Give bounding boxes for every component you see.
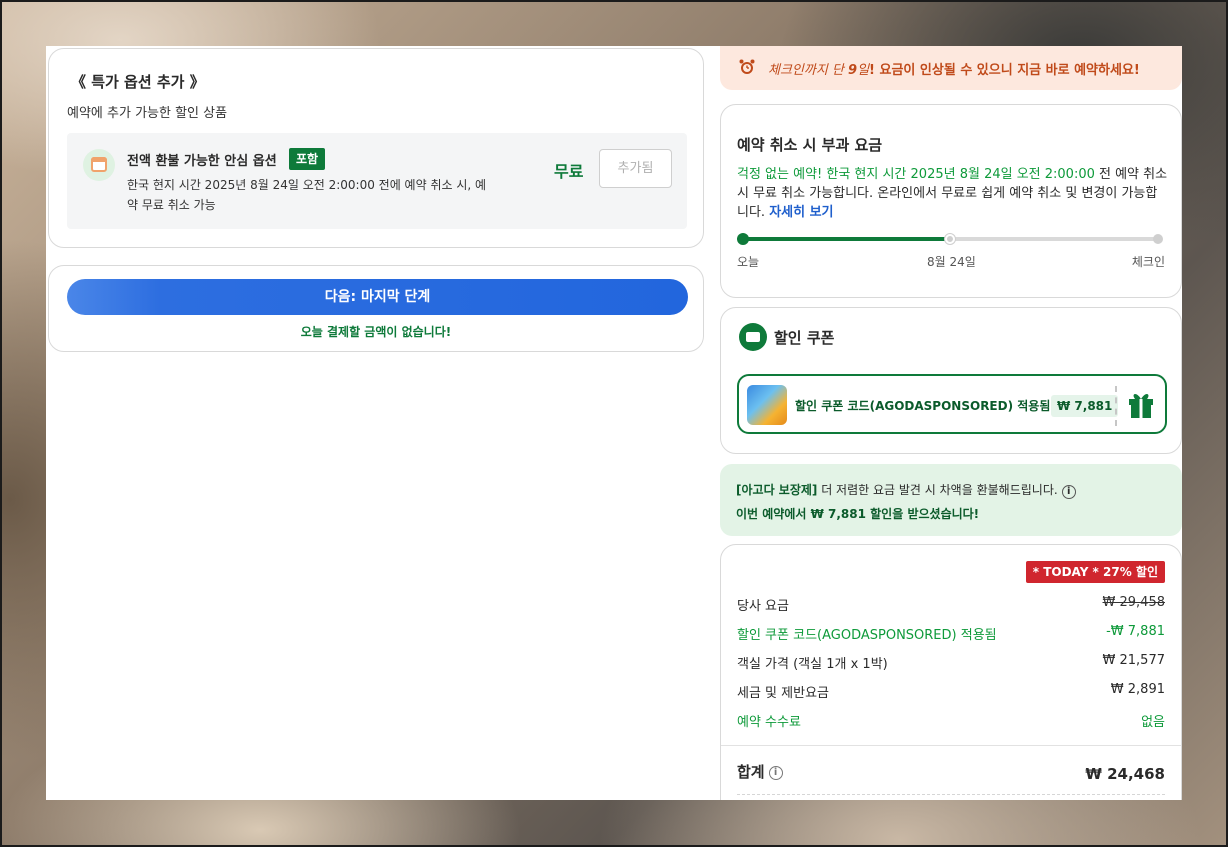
discount-badge: * TODAY * 27% 할인 bbox=[1025, 561, 1165, 583]
price-row-value: ₩ 21,577 bbox=[1102, 653, 1165, 668]
urgency-alert: 체크인까지 단 9일! 요금이 인상될 수 있으니 지금 바로 예약하세요! bbox=[720, 46, 1182, 90]
no-payment-note: 오늘 결제할 금액이 없습니다! bbox=[300, 325, 452, 339]
price-row-value: 없음 bbox=[1141, 715, 1165, 730]
timeline-label-deadline: 8월 24일 bbox=[927, 255, 976, 269]
refund-option-item: 전액 환불 가능한 안심 옵션 포함 한국 현지 시간 2025년 8월 24일… bbox=[67, 133, 687, 229]
urgency-days: 9 bbox=[848, 63, 858, 78]
price-row-label: 당사 요금 bbox=[737, 599, 789, 614]
total-label-text: 합계 bbox=[737, 763, 765, 781]
details-link[interactable]: 자세히 보기 bbox=[769, 205, 833, 220]
price-breakdown-card: * TODAY * 27% 할인 당사 요금 ₩ 29,458 할인 쿠폰 코드… bbox=[720, 544, 1182, 800]
alarm-clock-icon bbox=[739, 59, 755, 74]
total-value: ₩ 24,468 bbox=[1085, 765, 1165, 783]
price-row-label: 할인 쿠폰 코드(AGODASPONSORED) 적용됨 bbox=[737, 628, 997, 643]
option-price: 무료 bbox=[554, 162, 584, 181]
booking-page: 《 특가 옵션 추가 》 예약에 추가 가능한 할인 상품 전액 환불 가능한 … bbox=[46, 46, 1182, 800]
timeline-dot-today bbox=[737, 233, 749, 245]
calendar-icon bbox=[83, 149, 115, 181]
included-badge: 포함 bbox=[289, 148, 326, 170]
coupon-divider bbox=[1115, 386, 1117, 426]
coupon-title: 할인 쿠폰 bbox=[774, 329, 835, 347]
guarantee-savings: 이번 예약에서 ₩ 7,881 할인을 받으셨습니다! bbox=[736, 507, 980, 521]
timeline-dot-deadline bbox=[945, 234, 955, 244]
urgency-unit: 일 bbox=[857, 63, 870, 78]
price-row-value: ₩ 29,458 bbox=[1102, 595, 1165, 610]
next-step-button[interactable]: 다음: 마지막 단계 bbox=[67, 279, 688, 315]
price-divider bbox=[721, 745, 1181, 746]
timeline-label-checkin: 체크인 bbox=[1131, 255, 1165, 269]
option-name: 전액 환불 가능한 안심 옵션 bbox=[127, 154, 277, 169]
urgency-text: 체크인까지 단 9일! 요금이 인상될 수 있으니 지금 바로 예약하세요! bbox=[768, 59, 1140, 78]
total-dotted-line bbox=[737, 794, 1165, 795]
coupon-applied-text: 할인 쿠폰 코드(AGODASPONSORED) 적용됨 bbox=[795, 399, 1051, 413]
cancellation-green-text: 걱정 없는 예약! 한국 현지 시간 2025년 8월 24일 오전 2:00:… bbox=[737, 167, 1095, 182]
price-row-label: 예약 수수료 bbox=[737, 715, 801, 730]
cancellation-title: 예약 취소 시 부과 요금 bbox=[737, 136, 883, 154]
option-section-subtitle: 예약에 추가 가능한 할인 상품 bbox=[67, 106, 228, 121]
price-row-value: ₩ 2,891 bbox=[1110, 682, 1165, 697]
price-row-label: 객실 가격 (객실 1개 x 1박) bbox=[737, 657, 888, 672]
next-step-card: 다음: 마지막 단계 오늘 결제할 금액이 없습니다! bbox=[48, 265, 704, 352]
coupon-logo bbox=[747, 385, 787, 425]
coupon-card: 할인 쿠폰 할인 쿠폰 코드(AGODASPONSORED) 적용됨 ₩ 7,8… bbox=[720, 307, 1182, 454]
urgency-pre: 체크인까지 단 bbox=[768, 63, 849, 78]
option-section-title: 《 특가 옵션 추가 》 bbox=[71, 73, 205, 91]
price-row-label: 세금 및 제반요금 bbox=[737, 686, 829, 701]
timeline-label-today: 오늘 bbox=[737, 255, 760, 269]
gift-icon bbox=[1129, 394, 1153, 418]
info-icon[interactable]: i bbox=[1061, 485, 1076, 499]
ticket-icon bbox=[739, 323, 767, 351]
option-description: 한국 현지 시간 2025년 8월 24일 오전 2:00:00 전에 예약 취… bbox=[127, 178, 487, 212]
special-option-card: 《 특가 옵션 추가 》 예약에 추가 가능한 할인 상품 전액 환불 가능한 … bbox=[48, 48, 704, 248]
added-button[interactable]: 추가됨 bbox=[599, 149, 672, 188]
price-row-value: -₩ 7,881 bbox=[1106, 624, 1165, 639]
cancellation-policy-card: 예약 취소 시 부과 요금 걱정 없는 예약! 한국 현지 시간 2025년 8… bbox=[720, 104, 1182, 298]
total-label: 합계 i bbox=[737, 761, 783, 782]
timeline-progress bbox=[743, 237, 951, 241]
price-guarantee-banner: [아고다 보장제] 더 저렴한 요금 발견 시 차액을 환불해드립니다. i 이번… bbox=[720, 464, 1182, 536]
info-icon[interactable]: i bbox=[768, 766, 783, 780]
cancellation-timeline bbox=[737, 233, 1163, 245]
guarantee-body: 더 저렴한 요금 발견 시 차액을 환불해드립니다. bbox=[817, 483, 1058, 497]
urgency-post: ! 요금이 인상될 수 있으니 지금 바로 예약하세요! bbox=[869, 63, 1140, 78]
guarantee-text: [아고다 보장제] 더 저렴한 요금 발견 시 차액을 환불해드립니다. i bbox=[736, 481, 1076, 499]
timeline-dot-checkin bbox=[1153, 234, 1163, 244]
coupon-ticket[interactable]: 할인 쿠폰 코드(AGODASPONSORED) 적용됨 ₩ 7,881 bbox=[737, 374, 1167, 434]
cancellation-text: 걱정 없는 예약! 한국 현지 시간 2025년 8월 24일 오전 2:00:… bbox=[737, 165, 1169, 222]
coupon-amount: ₩ 7,881 bbox=[1051, 395, 1119, 417]
guarantee-label: [아고다 보장제] bbox=[736, 483, 818, 497]
